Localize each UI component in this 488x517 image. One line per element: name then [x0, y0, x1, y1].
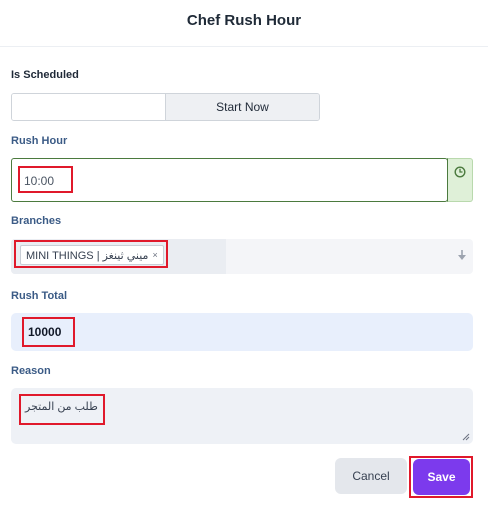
resize-handle-icon[interactable]: [462, 433, 470, 441]
reason-label: Reason: [11, 365, 51, 377]
rush-total-input[interactable]: 10000: [11, 313, 473, 351]
rush-hour-input[interactable]: 10:00: [11, 158, 448, 202]
rush-total-label: Rush Total: [11, 290, 68, 302]
rush-hour-field: 10:00: [11, 158, 473, 202]
highlight-reason: [19, 394, 105, 425]
start-now-option[interactable]: Start Now: [166, 94, 319, 120]
rush-hour-label: Rush Hour: [11, 135, 68, 147]
highlight-rush-hour: [18, 166, 73, 193]
schedule-option-blank[interactable]: [12, 94, 166, 120]
schedule-toggle: Start Now: [11, 93, 320, 121]
clock-icon[interactable]: [447, 158, 473, 202]
dialog-header: Chef Rush Hour: [0, 0, 488, 47]
highlight-save: [409, 456, 473, 498]
highlight-rush-total: [22, 317, 75, 347]
is-scheduled-label: Is Scheduled: [11, 69, 79, 81]
cancel-button[interactable]: Cancel: [335, 458, 407, 494]
dialog-title: Chef Rush Hour: [186, 12, 302, 29]
dropdown-arrow-icon[interactable]: [457, 249, 467, 267]
highlight-branches: [14, 240, 168, 268]
branches-label: Branches: [11, 215, 62, 227]
